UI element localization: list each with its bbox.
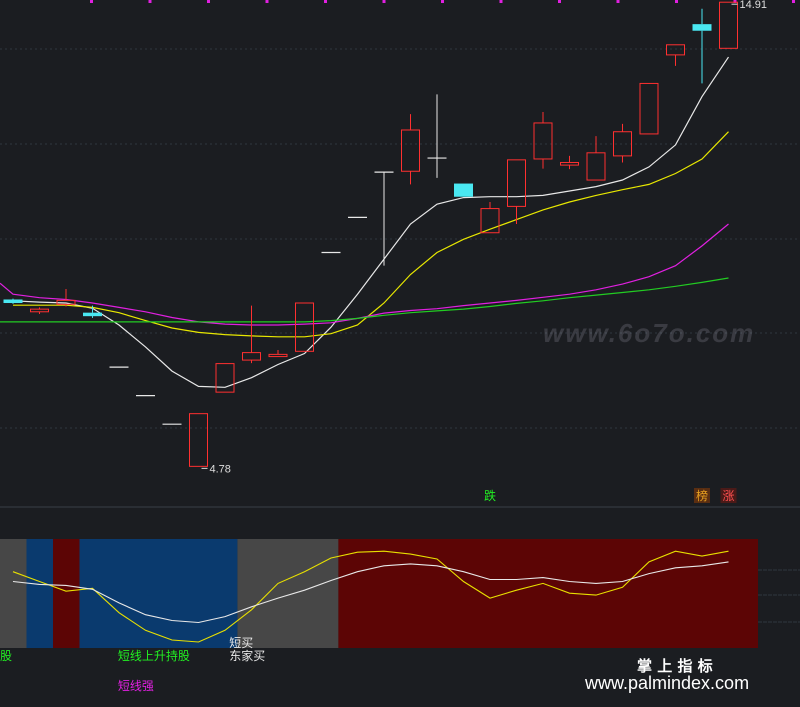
top-dot-10 [675, 0, 678, 3]
marker-label-1: 榜 [696, 488, 708, 503]
candle-25 [666, 44, 685, 66]
indicator-band-0 [0, 539, 27, 648]
candle-body [666, 44, 685, 56]
candle-19 [507, 159, 526, 224]
top-dot-3 [265, 0, 269, 3]
signal-markers: 跌 榜涨 [484, 488, 737, 503]
candle-0 [3, 298, 23, 304]
candle-body [639, 82, 659, 135]
top-dot-6 [441, 0, 444, 3]
candle-18 [480, 202, 500, 234]
ma-line-2 [0, 223, 729, 326]
candle-17 [454, 183, 473, 197]
top-dot-0 [90, 0, 93, 3]
watermark-layer: www.6o7o.com [543, 318, 755, 348]
candle-body [533, 122, 553, 160]
annotation-label-0: 14.91 [740, 0, 768, 11]
chart-stage: www.6o7o.com 14.91 4.78 跌 榜涨 股 短线上升持股 短线强 短买东… [0, 0, 800, 707]
top-dot-12 [792, 0, 795, 3]
indicator-band-4 [237, 539, 339, 648]
candle-23 [613, 123, 632, 163]
candle-10 [268, 349, 288, 358]
price-annotations: 14.91 4.78 [201, 0, 768, 475]
candle-body [295, 302, 314, 352]
footer-url: www.palmindex.com [584, 673, 749, 693]
top-dot-2 [207, 0, 210, 3]
indicator-band-1 [26, 539, 53, 648]
candle-body [560, 161, 579, 166]
top-dot-5 [382, 0, 386, 3]
candle-22 [586, 136, 606, 181]
candle-2 [56, 288, 76, 307]
candle-7 [189, 413, 208, 467]
candle-26 [692, 8, 712, 84]
candle-body [507, 159, 526, 207]
indicator-band-2 [53, 539, 80, 648]
ma-line-1 [13, 131, 729, 338]
top-dot-7 [499, 0, 503, 3]
top-dot-1 [148, 0, 152, 3]
watermark-6o7o: www.6o7o.com [543, 318, 755, 348]
indicator-label-0: 股 [0, 649, 12, 663]
marker-label-0: 跌 [484, 488, 496, 503]
candle-24 [639, 82, 659, 135]
top-dot-8 [558, 0, 561, 3]
candle-14 [374, 171, 394, 266]
indicator-label-3: 短买 [229, 636, 253, 650]
candle-11 [295, 302, 314, 352]
candle-15 [401, 114, 420, 185]
indicator-panel [0, 539, 800, 648]
top-dot-4 [324, 0, 327, 3]
candle-body [401, 129, 420, 172]
candle-9 [242, 305, 261, 364]
top-dot-9 [616, 0, 620, 3]
top-dot-markers [90, 0, 795, 3]
candle-body [268, 353, 288, 358]
candlestick-chart[interactable]: www.6o7o.com 14.91 4.78 跌 榜涨 股 短线上升持股短线强 短买东… [0, 0, 800, 707]
indicator-label-4: 东家买 [229, 648, 265, 663]
marker-label-2: 涨 [722, 488, 734, 503]
candle-body [586, 152, 606, 181]
indicator-label-2: 短线强 [118, 679, 154, 693]
candle-body [242, 352, 261, 361]
candles [3, 1, 738, 467]
indicator-label-1: 短线上升持股 [118, 648, 190, 663]
candle-body [83, 312, 102, 317]
candle-body [30, 308, 49, 313]
candle-27 [719, 1, 738, 49]
candle-body [189, 413, 208, 467]
candle-body [454, 183, 473, 197]
candle-body [3, 299, 23, 303]
annotation-label-1: 4.78 [210, 463, 231, 475]
candle-1 [30, 307, 49, 314]
candle-body [719, 1, 738, 49]
candle-body [692, 24, 712, 31]
candle-21 [560, 155, 579, 170]
candle-16 [427, 94, 447, 178]
indicator-band-3 [79, 539, 238, 648]
candle-20 [533, 111, 553, 169]
